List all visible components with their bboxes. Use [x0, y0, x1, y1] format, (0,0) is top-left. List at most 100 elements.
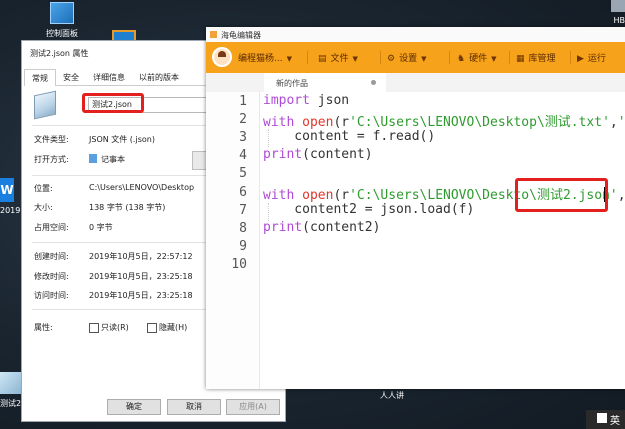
editor-toolbar: 编程猫杨... ▼ ▤ 文件 ▼ ⚙ 设置 ▼ ♞ 硬件 ▼ ▦ 库管理 ▶ 运行: [206, 42, 625, 73]
user-name: 编程猫杨...: [238, 54, 283, 64]
created-label: 创建时间:: [34, 252, 69, 261]
readonly-checkbox[interactable]: [89, 323, 99, 333]
line-number: 10: [231, 257, 247, 272]
settings-menu[interactable]: ⚙ 设置 ▼: [387, 51, 426, 64]
apply-button[interactable]: 应用(A): [226, 399, 280, 415]
code-line-8[interactable]: print(content2): [263, 220, 380, 235]
toolbar-divider: [449, 51, 450, 64]
modified-value: 2019年10月5日，23:25:18: [89, 272, 193, 281]
json-file-desktop-icon[interactable]: [0, 372, 22, 394]
editor-title: 海龟编辑器: [221, 31, 261, 40]
control-panel-icon: [50, 2, 74, 24]
size-on-disk-label: 占用空间:: [34, 223, 69, 232]
chevron-down-icon: ▼: [352, 55, 358, 63]
chevron-down-icon: ▼: [286, 55, 292, 63]
taskbar-app-label: 人人讲: [380, 391, 404, 400]
open-with-value: 记事本: [89, 154, 125, 165]
code-line-3[interactable]: content = f.read(): [263, 129, 435, 144]
tab-general[interactable]: 常规: [24, 69, 56, 86]
code-line-2[interactable]: with open(r'C:\Users\LENOVO\Desktop\测试.t…: [263, 111, 625, 130]
line-number: 6: [239, 185, 247, 200]
play-icon: ▶: [577, 54, 584, 64]
toolbar-divider: [570, 51, 571, 64]
line-number-gutter: 1 2 3 4 5 6 7 8 9 10: [206, 92, 259, 389]
hidden-label: 隐藏(H): [159, 323, 188, 332]
left-edge-label: 2019: [0, 206, 21, 215]
open-with-label: 打开方式:: [34, 155, 69, 164]
dialog-title: 测试2.json 属性: [30, 49, 89, 58]
run-button[interactable]: ▶ 运行: [577, 51, 606, 64]
run-label: 运行: [587, 54, 606, 64]
top-right-label: HB: [613, 16, 625, 25]
notepad-icon: [89, 154, 97, 163]
toolbar-divider: [380, 51, 381, 64]
file-name-highlight-annotation: [82, 93, 144, 113]
file-menu-label: 文件: [330, 54, 349, 64]
partial-app-icon[interactable]: W: [0, 178, 14, 202]
user-menu[interactable]: 编程猫杨... ▼: [238, 51, 292, 64]
file-icon: ▤: [318, 54, 327, 64]
keyword-import: import: [263, 93, 310, 108]
chevron-down-icon: ▼: [491, 55, 497, 63]
modified-label: 修改时间:: [34, 272, 69, 281]
code-line-1[interactable]: import json: [263, 93, 349, 108]
gear-icon: ⚙: [387, 54, 396, 64]
control-panel-label: 控制面板: [46, 29, 78, 38]
tab-previous-versions[interactable]: 以前的版本: [132, 69, 186, 85]
attributes-label: 属性:: [34, 323, 53, 332]
line-number: 8: [239, 221, 247, 236]
size-value: 138 字节 (138 字节): [89, 203, 166, 212]
file-menu[interactable]: ▤ 文件 ▼: [318, 51, 358, 64]
control-panel-shortcut[interactable]: 控制面板: [38, 2, 86, 39]
line-number: 4: [239, 148, 247, 163]
hardware-menu-label: 硬件: [469, 54, 488, 64]
size-label: 大小:: [34, 203, 53, 212]
open-with-app: 记事本: [101, 155, 125, 164]
library-manager-label: 库管理: [528, 54, 556, 64]
line-number: 9: [239, 239, 247, 254]
user-avatar[interactable]: [212, 47, 232, 67]
turtle-app-icon: [210, 31, 217, 38]
hidden-checkbox[interactable]: [147, 323, 157, 333]
location-value: C:\Users\LENOVO\Desktop: [89, 183, 195, 192]
code-line-4[interactable]: print(content): [263, 147, 373, 162]
toolbar-divider: [307, 51, 308, 64]
hardware-icon: ♞: [457, 54, 466, 64]
library-manager-button[interactable]: ▦ 库管理: [516, 51, 556, 64]
hardware-menu[interactable]: ♞ 硬件 ▼: [457, 51, 496, 64]
line-number: 3: [239, 130, 247, 145]
toolbar-divider: [509, 51, 510, 64]
editor-title-bar: 海龟编辑器: [206, 27, 625, 42]
cancel-button[interactable]: 取消: [167, 399, 221, 415]
readonly-label: 只读(R): [101, 323, 129, 332]
chevron-down-icon: ▼: [421, 55, 427, 63]
size-on-disk-value: 0 字节: [89, 223, 113, 232]
code-editor-window: 海龟编辑器 编程猫杨... ▼ ▤ 文件 ▼ ⚙ 设置 ▼ ♞ 硬件 ▼ ▦ 库管理 ▶ 运行 新…: [206, 27, 625, 389]
location-label: 位置:: [34, 184, 53, 193]
json-file-icon: [34, 90, 56, 120]
accessed-label: 访问时间:: [34, 291, 69, 300]
input-method-indicator[interactable]: 英: [610, 412, 620, 427]
file-type-label: 文件类型:: [34, 135, 69, 144]
path-highlight-annotation: [515, 178, 608, 212]
tab-security[interactable]: 安全: [56, 69, 86, 85]
text-cursor: [604, 187, 605, 202]
tab-details[interactable]: 详细信息: [86, 69, 132, 85]
library-icon: ▦: [516, 54, 525, 64]
unsaved-dot-icon: [371, 80, 376, 85]
code-line-7[interactable]: content2 = json.load(f): [263, 202, 474, 217]
tab-new-work[interactable]: 新的作品: [264, 73, 386, 92]
file-type-value: JSON 文件 (.json): [89, 135, 155, 144]
accessed-value: 2019年10月5日，23:25:18: [89, 291, 193, 300]
line-number: 7: [239, 203, 247, 218]
created-value: 2019年10月5日，22:57:12: [89, 252, 193, 261]
gutter-border: [259, 92, 260, 389]
line-number: 2: [239, 112, 247, 127]
line-number: 5: [239, 166, 247, 181]
line-number: 1: [239, 94, 247, 109]
tab-label: 新的作品: [276, 79, 308, 88]
ok-button[interactable]: 确定: [107, 399, 161, 415]
keyboard-icon[interactable]: [597, 413, 607, 423]
top-right-app-icon[interactable]: [611, 0, 625, 12]
editor-tab-bar: 新的作品: [206, 73, 625, 92]
